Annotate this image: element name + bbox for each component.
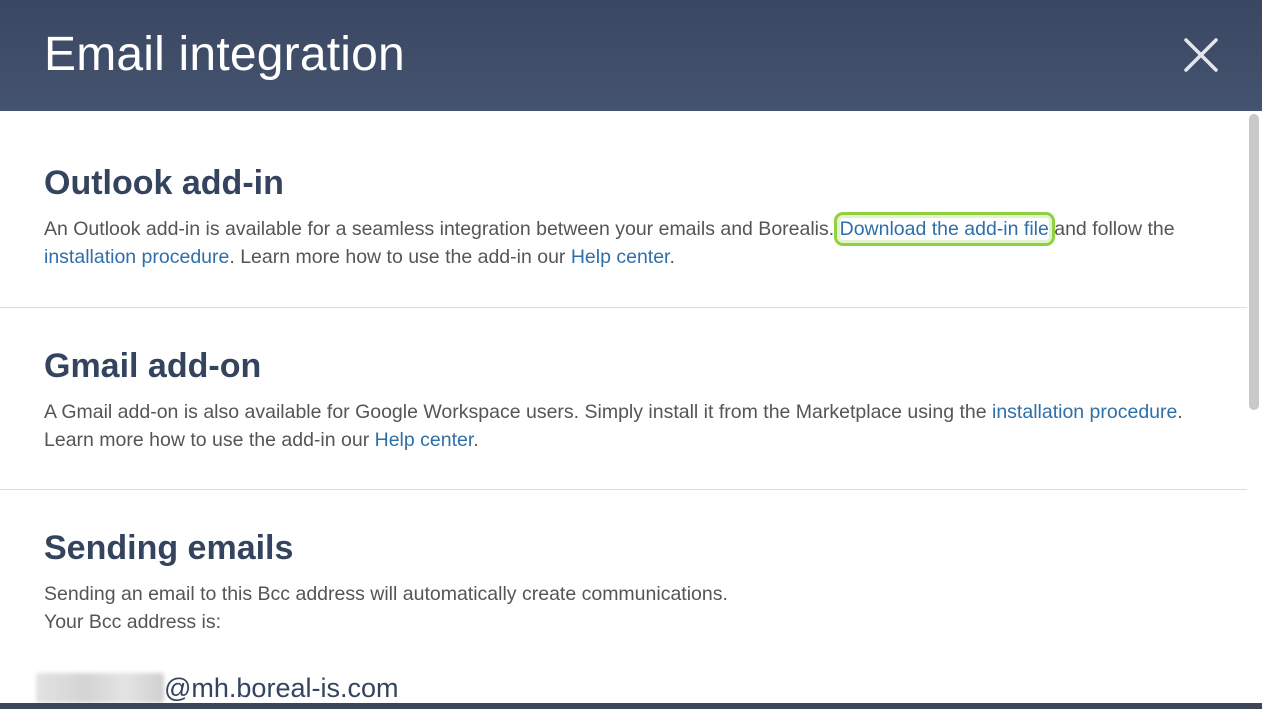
outlook-heading: Outlook add-in (44, 164, 284, 202)
scrollbar-thumb[interactable] (1249, 114, 1259, 410)
gmail-text: A Gmail add-on is also available for Goo… (44, 401, 992, 423)
gmail-installation-procedure-link[interactable]: installation procedure (992, 401, 1177, 423)
gmail-heading: Gmail add-on (44, 347, 262, 385)
sending-emails-heading: Sending emails (44, 529, 294, 567)
gmail-description: A Gmail add-on is also available for Goo… (44, 399, 1187, 454)
outlook-help-center-link[interactable]: Help center (571, 246, 670, 268)
outlook-description: An Outlook add-in is available for a sea… (44, 212, 1187, 271)
bcc-address-redacted (36, 673, 164, 703)
dialog-header: Email integration (0, 0, 1262, 111)
bcc-address: @mh.boreal-is.com (36, 671, 398, 705)
outlook-text: . Learn more how to use the add-in our (229, 245, 571, 268)
gmail-text: . (473, 428, 479, 451)
email-integration-dialog: Email integration Outlook add-in An Outl… (0, 0, 1262, 709)
outlook-section: Outlook add-in An Outlook add-in is avai… (0, 111, 1247, 308)
dialog-body: Outlook add-in An Outlook add-in is avai… (0, 111, 1247, 709)
dialog-title: Email integration (44, 28, 405, 81)
outlook-text: . (669, 245, 675, 268)
bcc-address-label: Your Bcc address is: (44, 610, 222, 633)
dialog-bottom-edge (0, 703, 1262, 709)
gmail-help-center-link[interactable]: Help center (375, 429, 474, 451)
bcc-address-domain: @mh.boreal-is.com (164, 673, 399, 703)
outlook-text: and follow the (1048, 218, 1175, 240)
outlook-installation-procedure-link[interactable]: installation procedure (44, 246, 229, 268)
sending-emails-description: Sending an email to this Bcc address wil… (44, 583, 728, 605)
download-addin-link[interactable]: Download the add-in file (833, 212, 1055, 246)
outlook-text: An Outlook add-in is available for a sea… (44, 218, 840, 240)
gmail-section: Gmail add-on A Gmail add-on is also avai… (0, 308, 1247, 490)
close-icon[interactable] (1178, 32, 1224, 78)
